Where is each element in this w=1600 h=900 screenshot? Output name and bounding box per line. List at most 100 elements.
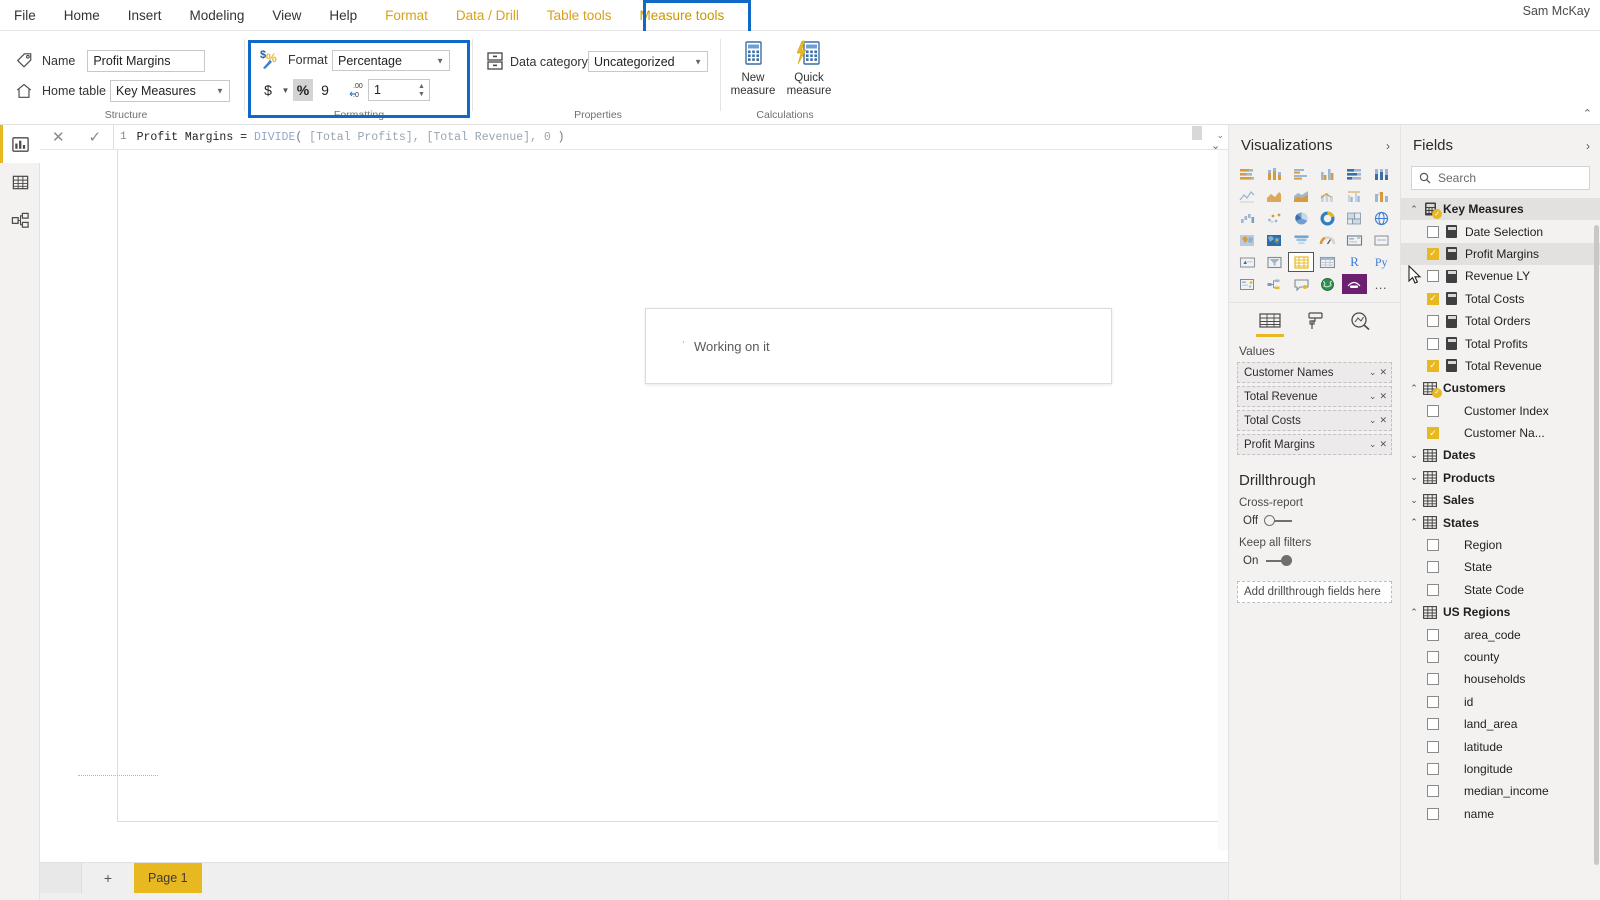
field-checkbox[interactable] [1427,561,1439,574]
keep-all-filters-toggle[interactable] [1264,555,1294,567]
viz-clustered-bar-chart-icon[interactable] [1288,164,1314,184]
viz-line-stacked-column-icon[interactable] [1315,186,1341,206]
viz-100-stacked-bar-chart-icon[interactable] [1342,164,1368,184]
field-checkbox[interactable] [1427,539,1439,552]
viz-arcgis-map-icon[interactable] [1315,274,1341,294]
chevron-up-icon[interactable]: ⌃ [1407,204,1421,215]
viz-stacked-area-chart-icon[interactable] [1288,186,1314,206]
stepper-arrows-icon[interactable]: ▲ ▼ [416,81,427,101]
page-tab-page-1[interactable]: Page 1 [134,863,202,893]
field-checkbox[interactable] [1427,359,1439,372]
field-checkbox[interactable] [1427,292,1439,305]
remove-field-icon[interactable]: ✕ [1379,439,1387,450]
new-measure-button[interactable]: New measure [726,39,780,98]
menu-item-data-drill[interactable]: Data / Drill [442,2,533,29]
chevron-down-icon[interactable]: ⌄ [1407,495,1421,506]
menu-item-home[interactable]: Home [50,2,114,29]
menu-item-table-tools[interactable]: Table tools [533,2,626,29]
fields-table-key-measures[interactable]: ⌃ ✓ Key Measures [1401,198,1600,221]
viz-card-icon[interactable] [1368,230,1394,250]
field-total-costs[interactable]: Total Costs [1401,288,1600,310]
viz-100-stacked-column-chart-icon[interactable] [1368,164,1394,184]
viz-decomposition-tree-icon[interactable] [1262,274,1288,294]
viz-key-influencers-icon[interactable] [1235,274,1261,294]
field-checkbox[interactable] [1427,718,1439,731]
field-checkbox[interactable] [1427,427,1439,440]
chevron-down-icon[interactable]: ⌄ [1407,472,1421,483]
report-page-surface[interactable]: ˙ Working on it [117,150,1227,822]
menu-item-help[interactable]: Help [315,2,371,29]
menu-item-modeling[interactable]: Modeling [176,2,259,29]
viz-kpi-icon[interactable]: ▲ [1235,252,1261,272]
field-revenue-ly[interactable]: Revenue LY [1401,265,1600,287]
collapse-ribbon-button[interactable]: ⌃ [1583,107,1592,120]
fields-panel-scrollbar[interactable] [1594,225,1599,865]
viz-clustered-column-chart-icon[interactable] [1315,164,1341,184]
field-checkbox[interactable] [1427,651,1439,663]
viz-stacked-column-chart-icon[interactable] [1262,164,1288,184]
menu-item-file[interactable]: File [0,2,50,29]
viz-stacked-bar-chart-icon[interactable] [1235,164,1261,184]
field-name[interactable]: name [1401,803,1600,825]
viz-matrix-icon[interactable] [1315,252,1341,272]
page-nav-buttons[interactable] [40,863,82,893]
viz-slicer-icon[interactable] [1262,252,1288,272]
fields-table-customers[interactable]: ⌃ ✓ Customers [1401,377,1600,399]
viz-multi-row-card-icon[interactable] [1342,230,1368,250]
tab-analytics[interactable] [1343,311,1377,337]
commit-formula-button[interactable]: ✓ [80,128,110,146]
quick-measure-button[interactable]: Quick measure [782,39,836,98]
fields-table-products[interactable]: ⌄ Products [1401,467,1600,489]
thousands-separator-button[interactable]: 9 [315,79,335,101]
fields-table-us-regions[interactable]: ⌃ US Regions [1401,601,1600,623]
format-select[interactable]: Percentage ▼ [332,50,450,71]
rail-item-model-view[interactable] [0,201,40,239]
formula-bar-resize-handle[interactable] [1192,126,1202,140]
viz-pie-chart-icon[interactable] [1288,208,1314,228]
field-customer-names[interactable]: Customer Na... [1401,422,1600,444]
field-area-code[interactable]: area_code [1401,623,1600,645]
menu-item-measure-tools[interactable]: Measure tools [625,2,738,29]
field-checkbox[interactable] [1427,762,1439,775]
viz-line-clustered-column-icon[interactable] [1342,186,1368,206]
tab-fields[interactable] [1253,311,1287,337]
viz-area-chart-icon[interactable] [1262,186,1288,206]
add-page-button[interactable]: + [82,863,134,893]
rail-item-report-view[interactable] [0,125,40,163]
decimal-places-stepper[interactable]: 1 ▲ ▼ [368,79,430,101]
field-checkbox[interactable] [1427,270,1439,283]
chevron-down-icon[interactable]: ⌄ [1369,415,1377,426]
chevron-down-icon[interactable]: ⌄ [1369,439,1377,450]
viz-gauge-icon[interactable] [1315,230,1341,250]
chevron-down-icon[interactable]: ⌄ [1369,367,1377,378]
field-id[interactable]: id [1401,691,1600,713]
chevron-down-icon[interactable]: ⌄ [1369,391,1377,402]
more-options-icon[interactable]: … [1368,274,1394,294]
home-table-select[interactable]: Key Measures ▼ [109,80,230,102]
chevron-down-icon[interactable]: ⌄ [1407,450,1421,461]
field-checkbox[interactable] [1427,740,1439,753]
viz-map-icon[interactable] [1368,208,1394,228]
viz-r-script-visual-icon[interactable]: R [1342,252,1368,272]
field-checkbox[interactable] [1427,247,1439,260]
viz-waterfall-chart-icon[interactable] [1235,208,1261,228]
percent-format-button[interactable]: % [293,79,313,101]
remove-field-icon[interactable]: ✕ [1379,367,1387,378]
field-state-code[interactable]: State Code [1401,579,1600,601]
field-total-revenue[interactable]: Total Revenue [1401,355,1600,377]
field-checkbox[interactable] [1427,315,1439,328]
user-account-name[interactable]: Sam McKay [1523,4,1590,18]
drillthrough-drop-zone[interactable]: Add drillthrough fields here [1237,581,1392,603]
field-checkbox[interactable] [1427,695,1439,708]
viz-shape-map-icon[interactable] [1262,230,1288,250]
viz-py-script-visual-icon[interactable]: Py [1368,252,1394,272]
fields-search-input[interactable]: Search [1411,166,1590,190]
field-checkbox[interactable] [1427,785,1439,798]
viz-table-icon[interactable] [1288,252,1314,272]
well-item-profit-margins[interactable]: Profit Margins ⌄ ✕ [1237,434,1392,455]
field-county[interactable]: county [1401,646,1600,668]
viz-paginated-report-icon[interactable] [1341,274,1368,294]
field-date-selection[interactable]: Date Selection [1401,220,1600,242]
field-region[interactable]: Region [1401,534,1600,556]
fields-table-states[interactable]: ⌃ States [1401,511,1600,533]
